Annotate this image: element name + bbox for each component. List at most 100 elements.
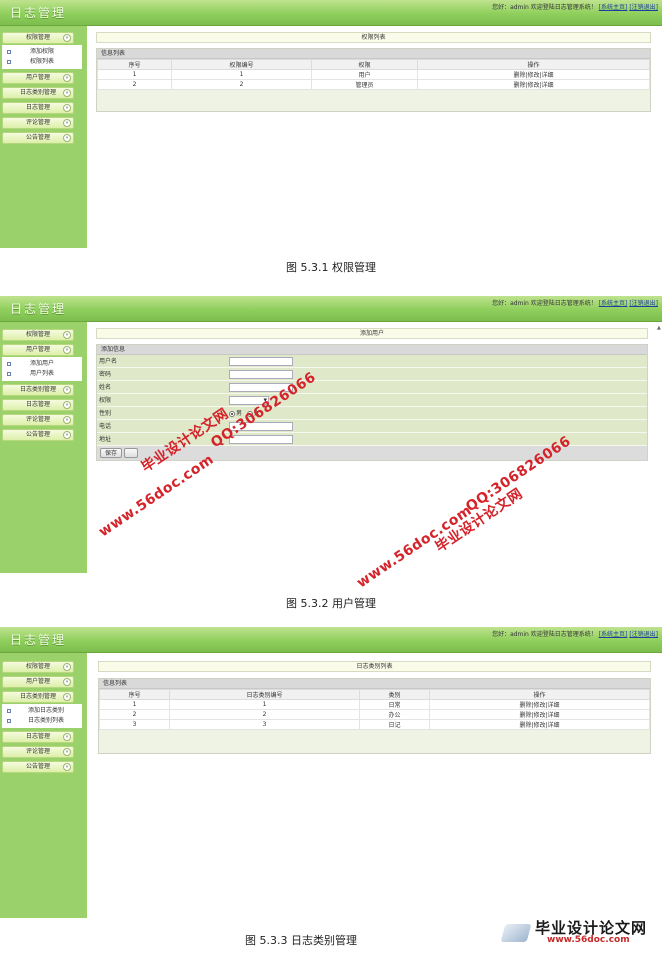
table-cell: 用户: [311, 69, 418, 80]
sidebar: 权限管理» 用户管理» 日志类别管理» 添加日志类别 日志类别列表 日志管理» …: [0, 653, 87, 918]
table-cell: 办公: [359, 709, 430, 720]
table-row: 1 1 用户 删除|修改|详细: [97, 69, 650, 80]
table-cell: 2: [99, 709, 170, 720]
chevron-right-icon: »: [63, 678, 71, 686]
sidebar: 权限管理» 用户管理» 添加用户 用户列表 日志类别管理» 日志管理» 评论管理…: [0, 322, 87, 573]
sidebar-item-log-category[interactable]: 日志类别管理»: [2, 384, 74, 396]
form-row-gender: 性别 男 女: [97, 407, 647, 420]
username-input[interactable]: [229, 357, 293, 366]
square-bullet-icon: [7, 709, 11, 713]
home-link[interactable]: [系统主页]: [599, 300, 628, 307]
sidebar-item-log-category[interactable]: 日志类别管理»: [2, 691, 74, 703]
square-bullet-icon: [7, 719, 11, 723]
screenshot-permission-management: 日志管理 您好：admin 欢迎登陆日志管理系统！ [系统主页] [注销退出] …: [0, 0, 662, 250]
sidebar-subitem-add-permission[interactable]: 添加权限: [2, 47, 82, 57]
square-bullet-icon: [7, 372, 11, 376]
row-actions[interactable]: 删除|修改|详细: [429, 719, 650, 730]
password-input[interactable]: [229, 370, 293, 379]
chevron-right-icon: »: [63, 34, 71, 42]
square-bullet-icon: [7, 50, 11, 54]
page-title: 添加用户: [96, 328, 648, 339]
sidebar-subitem-user-list[interactable]: 用户列表: [2, 369, 82, 379]
sidebar-subitem-add-user[interactable]: 添加用户: [2, 359, 82, 369]
table-cell: 3: [99, 719, 170, 730]
sidebar-item-label: 权限管理: [25, 34, 50, 41]
chevron-right-icon: »: [63, 431, 71, 439]
field-label: 性别: [99, 410, 112, 417]
sidebar-item-permission[interactable]: 权限管理 »: [2, 32, 74, 44]
sidebar-item-notice[interactable]: 公告管理»: [2, 132, 74, 144]
main-content: 日志类别列表 信息列表 序号 日志类别编号 类别 操作 1 1 日常 删除|修改…: [98, 661, 651, 754]
sidebar-item-log[interactable]: 日志管理»: [2, 102, 74, 114]
site-logo-url: www.56doc.com: [547, 935, 630, 945]
sidebar-item-user[interactable]: 用户管理»: [2, 344, 74, 356]
data-table: 序号 权限编号 权限 操作 1 1 用户 删除|修改|详细 2 2 管理员 删除…: [97, 59, 650, 90]
column-header: 序号: [99, 689, 170, 700]
welcome-text: 您好：admin 欢迎登陆日志管理系统！: [492, 4, 597, 11]
sidebar-item-comment[interactable]: 评论管理»: [2, 746, 74, 758]
square-bullet-icon: [7, 60, 11, 64]
row-actions[interactable]: 删除|修改|详细: [429, 699, 650, 710]
table-cell: 1: [169, 699, 360, 710]
chevron-right-icon: »: [63, 748, 71, 756]
sidebar-item-notice[interactable]: 公告管理»: [2, 761, 74, 773]
sidebar-item-user[interactable]: 用户管理»: [2, 72, 74, 84]
sidebar-item-notice[interactable]: 公告管理»: [2, 429, 74, 441]
app-header: 日志管理 您好：admin 欢迎登陆日志管理系统！ [系统主页] [注销退出]: [0, 627, 662, 653]
page-title: 权限列表: [96, 32, 651, 43]
table-header-row: 序号 日志类别编号 类别 操作: [99, 689, 650, 700]
sidebar-subitem-add-log-category[interactable]: 添加日志类别: [2, 706, 82, 716]
row-actions[interactable]: 删除|修改|详细: [417, 69, 650, 80]
chevron-right-icon: »: [63, 134, 71, 142]
sidebar: 权限管理 » 添加权限 权限列表 用户管理» 日志类别管理» 日志管理» 评论管理…: [0, 26, 87, 248]
chevron-right-icon: »: [63, 663, 71, 671]
field-label: 电话: [99, 423, 112, 430]
sidebar-item-permission[interactable]: 权限管理»: [2, 329, 74, 341]
main-content: 权限列表 信息列表 序号 权限编号 权限 操作 1 1 用户 删除|修改|详细 …: [96, 32, 651, 112]
form-row-permission: 权限: [97, 394, 647, 407]
logout-link[interactable]: [注销退出]: [629, 631, 658, 638]
site-logo: 毕业设计论文网 www.56doc.com: [500, 917, 662, 947]
reset-button[interactable]: [124, 448, 138, 458]
field-label: 地址: [99, 436, 112, 443]
info-panel: 信息列表 序号 日志类别编号 类别 操作 1 1 日常 删除|修改|详细 2 2: [98, 678, 651, 754]
column-header: 操作: [417, 59, 650, 70]
column-header: 操作: [429, 689, 650, 700]
row-actions[interactable]: 删除|修改|详细: [429, 709, 650, 720]
chevron-right-icon: »: [63, 733, 71, 741]
form-row-password: 密码: [97, 368, 647, 381]
figure-caption-2: 图 5.3.2 用户管理: [286, 597, 376, 610]
save-button[interactable]: 保存: [100, 448, 123, 458]
home-link[interactable]: [系统主页]: [599, 631, 628, 638]
sidebar-item-log[interactable]: 日志管理»: [2, 731, 74, 743]
sidebar-submenu: 添加日志类别 日志类别列表: [2, 704, 82, 728]
scroll-up-icon[interactable]: ▲: [657, 325, 662, 331]
column-header: 日志类别编号: [169, 689, 360, 700]
table-cell: 2: [171, 79, 312, 90]
table-cell: 1: [97, 69, 172, 80]
sidebar-subitem-permission-list[interactable]: 权限列表: [2, 57, 82, 67]
column-header: 权限: [311, 59, 418, 70]
logout-link[interactable]: [注销退出]: [629, 4, 658, 11]
app-header: 日志管理 您好：admin 欢迎登陆日志管理系统！ [系统主页] [注销退出]: [0, 0, 662, 26]
chevron-right-icon: »: [63, 763, 71, 771]
sidebar-item-comment[interactable]: 评论管理»: [2, 117, 74, 129]
logout-link[interactable]: [注销退出]: [629, 300, 658, 307]
chevron-right-icon: »: [63, 104, 71, 112]
sidebar-item-log[interactable]: 日志管理»: [2, 399, 74, 411]
table-row: 2 2 办公 删除|修改|详细: [99, 709, 650, 720]
table-cell: 日记: [359, 719, 430, 730]
chevron-right-icon: »: [63, 346, 71, 354]
sidebar-item-permission[interactable]: 权限管理»: [2, 661, 74, 673]
field-label: 姓名: [99, 384, 112, 391]
form-row-name: 姓名: [97, 381, 647, 394]
sidebar-subitem-log-category-list[interactable]: 日志类别列表: [2, 716, 82, 726]
row-actions[interactable]: 删除|修改|详细: [417, 79, 650, 90]
column-header: 类别: [359, 689, 430, 700]
table-cell: 2: [97, 79, 172, 90]
sidebar-item-log-category[interactable]: 日志类别管理»: [2, 87, 74, 99]
sidebar-item-user[interactable]: 用户管理»: [2, 676, 74, 688]
app-header: 日志管理 您好：admin 欢迎登陆日志管理系统！ [系统主页] [注销退出]: [0, 296, 662, 322]
sidebar-item-comment[interactable]: 评论管理»: [2, 414, 74, 426]
home-link[interactable]: [系统主页]: [599, 4, 628, 11]
